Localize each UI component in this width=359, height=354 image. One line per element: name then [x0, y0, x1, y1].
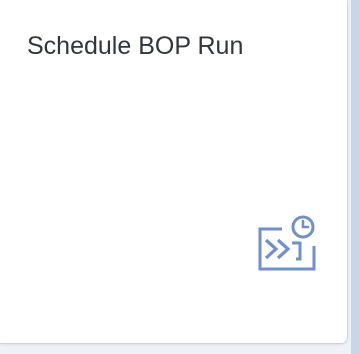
tile-title: Schedule BOP Run	[27, 32, 244, 60]
panel-edge	[351, 0, 359, 354]
schedule-run-icon	[256, 212, 320, 272]
schedule-bop-run-tile[interactable]: Schedule BOP Run	[0, 0, 347, 343]
